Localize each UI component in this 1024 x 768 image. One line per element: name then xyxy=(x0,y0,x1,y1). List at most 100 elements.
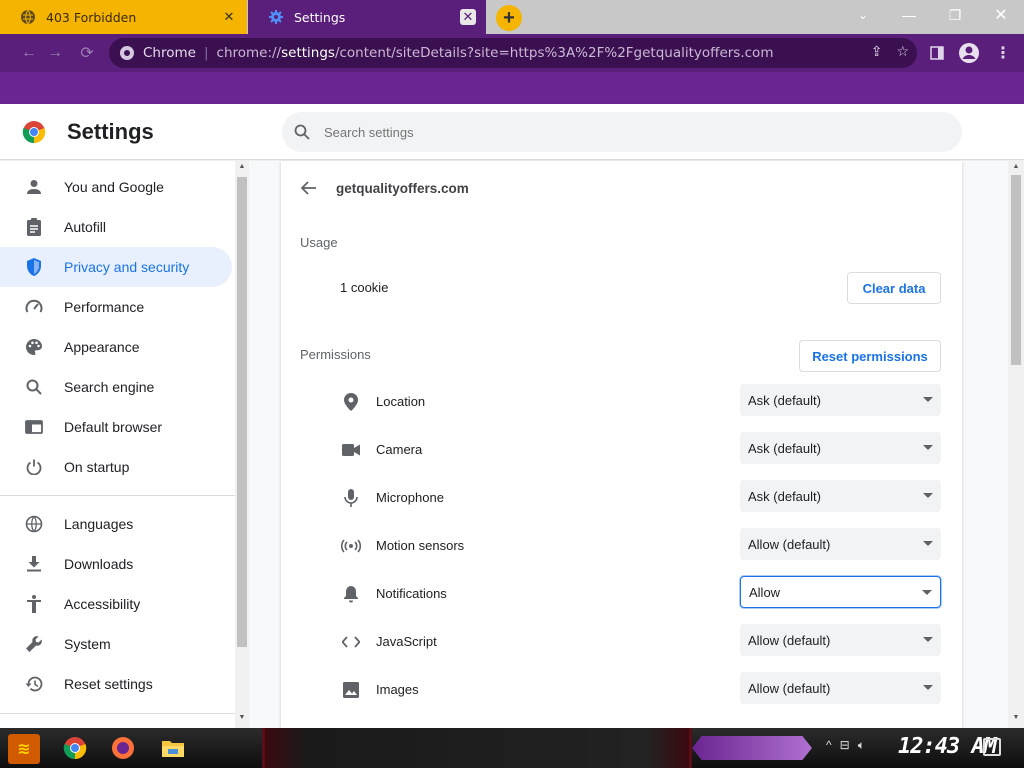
globe-icon xyxy=(20,9,36,25)
permission-row-motion-sensors: Motion sensors Allow (default) xyxy=(281,526,962,566)
network-icon[interactable]: ⊟ xyxy=(840,738,850,753)
file-explorer-taskbar-icon[interactable] xyxy=(158,734,188,762)
new-tab-button[interactable]: + xyxy=(496,5,522,31)
sidebar-item-label: Reset settings xyxy=(64,676,153,692)
start-button[interactable]: ≋ xyxy=(8,734,40,764)
sidebar-item-accessibility[interactable]: Accessibility xyxy=(0,584,232,624)
microphone-select[interactable]: Ask (default) xyxy=(740,480,941,512)
sidebar-item-label: On startup xyxy=(64,459,130,475)
clear-data-button[interactable]: Clear data xyxy=(847,272,941,304)
chrome-logo-icon xyxy=(119,45,135,61)
scroll-down-arrow-icon[interactable]: ▼ xyxy=(237,714,247,726)
sidebar-divider xyxy=(0,713,235,714)
restore-button[interactable]: ❐ xyxy=(932,0,978,30)
person-icon xyxy=(24,177,44,197)
forward-arrow-icon[interactable]: → xyxy=(44,42,66,64)
notification-center-icon[interactable] xyxy=(983,738,1001,756)
browser-toolbar: ← → ⟳ Chrome | chrome://settings/content… xyxy=(0,34,1024,104)
sidebar-item-reset-settings[interactable]: Reset settings xyxy=(0,664,232,704)
sidebar-item-label: Appearance xyxy=(64,339,140,355)
tab-search-chevron-icon[interactable]: ⌄ xyxy=(840,0,886,30)
sidebar-item-label: Accessibility xyxy=(64,596,141,612)
scrollbar-thumb[interactable] xyxy=(1011,175,1021,365)
search-bar[interactable] xyxy=(282,112,962,152)
scroll-down-arrow-icon[interactable]: ▼ xyxy=(1011,714,1021,721)
sidebar-item-downloads[interactable]: Downloads xyxy=(0,544,232,584)
site-details-card: getqualityoffers.com Usage 1 cookie Clea… xyxy=(281,161,962,741)
share-icon[interactable]: ⇪ xyxy=(871,44,883,60)
permission-name: JavaScript xyxy=(376,634,437,649)
taskbar-decoration xyxy=(262,728,692,768)
profile-avatar-icon[interactable] xyxy=(958,42,980,64)
page-title: Settings xyxy=(67,119,154,144)
microphone-icon xyxy=(341,488,361,508)
scrollbar-thumb[interactable] xyxy=(237,177,247,647)
sidebar-item-appearance[interactable]: Appearance xyxy=(0,327,232,367)
shield-icon xyxy=(24,257,44,277)
sidebar-item-search-engine[interactable]: Search engine xyxy=(0,367,232,407)
search-icon xyxy=(292,122,312,142)
close-tab-icon[interactable]: ✕ xyxy=(221,9,237,25)
images-select[interactable]: Allow (default) xyxy=(740,672,941,704)
sidebar-divider xyxy=(0,495,235,496)
main-scrollbar[interactable]: ▲ ▼ xyxy=(1008,161,1024,728)
code-icon xyxy=(341,632,361,652)
sidebar-item-on-startup[interactable]: On startup xyxy=(0,447,232,487)
sidebar-item-system[interactable]: System xyxy=(0,624,232,664)
notifications-select[interactable]: Allow xyxy=(740,576,941,608)
sidebar-item-you-and-google[interactable]: You and Google xyxy=(0,167,232,207)
taskbar: ≋ ^ ⊟ 🔈︎ 12:43 AM xyxy=(0,728,1024,768)
firefox-taskbar-icon[interactable] xyxy=(108,734,138,762)
side-panel-icon[interactable] xyxy=(926,42,948,64)
sidebar-item-label: You and Google xyxy=(64,179,164,195)
location-select[interactable]: Ask (default) xyxy=(740,384,941,416)
scroll-up-arrow-icon[interactable]: ▲ xyxy=(237,163,247,175)
scroll-up-arrow-icon[interactable]: ▲ xyxy=(1011,163,1021,170)
chevron-up-icon[interactable]: ^ xyxy=(826,738,832,753)
permission-name: Location xyxy=(376,394,426,409)
volume-icon[interactable]: 🔈︎ xyxy=(858,738,865,753)
motion-sensors-select[interactable]: Allow (default) xyxy=(740,528,941,560)
sidebar-item-default-browser[interactable]: Default browser xyxy=(0,407,232,447)
tab-title: Settings xyxy=(294,9,346,25)
accessibility-icon xyxy=(24,594,44,614)
camera-select[interactable]: Ask (default) xyxy=(740,432,941,464)
camera-icon xyxy=(341,440,361,460)
javascript-select[interactable]: Allow (default) xyxy=(740,624,941,656)
close-tab-icon[interactable]: ✕ xyxy=(460,9,476,25)
sidebar-item-performance[interactable]: Performance xyxy=(0,287,232,327)
minimize-button[interactable]: — xyxy=(886,0,932,30)
location-pin-icon xyxy=(341,392,361,412)
tab-title: 403 Forbidden xyxy=(46,9,137,25)
bookmark-star-icon[interactable]: ☆ xyxy=(896,44,909,60)
wrench-icon xyxy=(24,634,44,654)
bell-icon xyxy=(341,584,361,604)
tab-403-forbidden[interactable]: 403 Forbidden ✕ xyxy=(0,0,247,34)
taskbar-clock[interactable]: 12:43 AM xyxy=(898,734,997,759)
search-icon xyxy=(24,377,44,397)
cookie-count: 1 cookie xyxy=(340,280,389,295)
usage-heading: Usage xyxy=(300,235,338,250)
reload-icon[interactable]: ⟳ xyxy=(76,42,98,64)
site-title: getqualityoffers.com xyxy=(336,181,469,196)
sidebar-item-languages[interactable]: Languages xyxy=(0,504,232,544)
reset-permissions-button[interactable]: Reset permissions xyxy=(799,340,941,372)
chrome-taskbar-icon[interactable] xyxy=(60,734,90,762)
sidebar-scrollbar[interactable]: ▲ ▼ xyxy=(235,161,249,728)
history-icon xyxy=(24,674,44,694)
settings-sidebar: You and Google Autofill Privacy and secu… xyxy=(0,161,235,728)
back-arrow-icon[interactable] xyxy=(299,178,319,198)
power-icon xyxy=(24,457,44,477)
back-arrow-icon[interactable]: ← xyxy=(18,42,40,64)
close-window-button[interactable]: ✕ xyxy=(978,0,1024,30)
sidebar-item-autofill[interactable]: Autofill xyxy=(0,207,232,247)
sidebar-item-label: Performance xyxy=(64,299,145,315)
sidebar-item-privacy-and-security[interactable]: Privacy and security xyxy=(0,247,232,287)
search-input[interactable] xyxy=(324,124,884,140)
origin-label: Chrome xyxy=(143,45,196,61)
dropdown-caret-icon xyxy=(923,445,933,450)
address-bar[interactable]: Chrome | chrome://settings/content/siteD… xyxy=(109,38,917,68)
tab-settings[interactable]: Settings ✕ xyxy=(248,0,486,34)
motion-sensor-icon xyxy=(341,536,361,556)
more-menu-icon[interactable]: ⋮ xyxy=(992,42,1014,64)
